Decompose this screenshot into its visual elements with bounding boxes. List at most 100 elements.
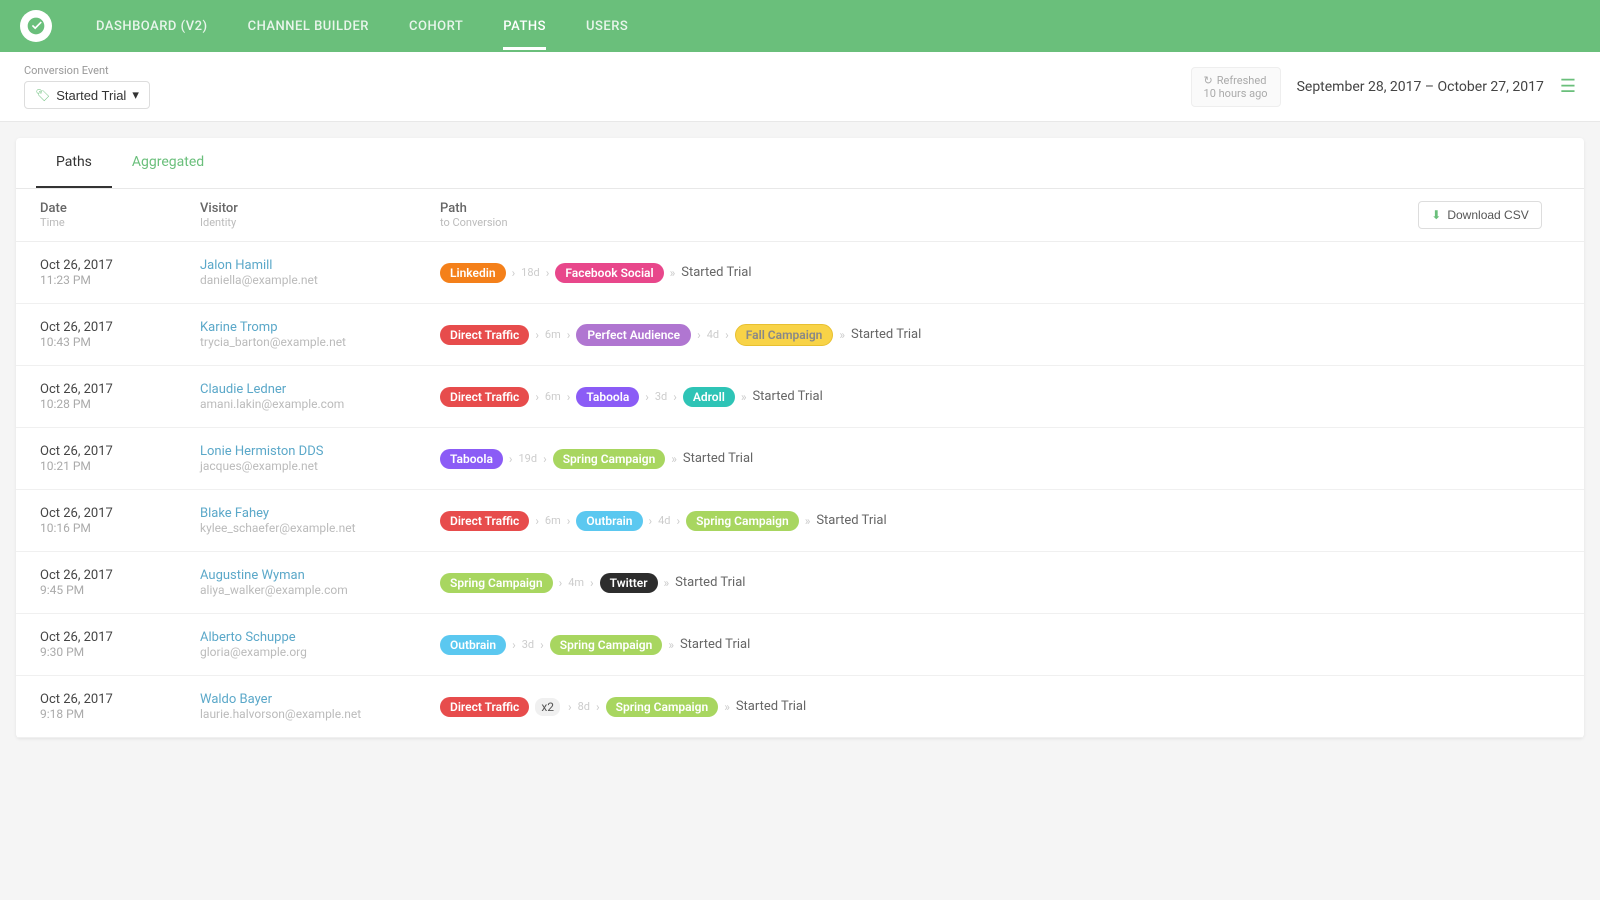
date-cell: Oct 26, 201711:23 PM [40,258,200,287]
date-time: 10:28 PM [40,397,200,411]
menu-icon-button[interactable]: ☰ [1560,76,1576,97]
tab-aggregated[interactable]: Aggregated [112,138,224,188]
channel-tag-taboola[interactable]: Taboola [576,387,639,407]
date-main: Oct 26, 2017 [40,320,200,335]
date-main: Oct 26, 2017 [40,444,200,459]
path-cell: Spring Campaign›4m›Twitter»Started Trial [440,573,1560,593]
date-main: Oct 26, 2017 [40,382,200,397]
path-time: 8d [578,700,590,713]
visitor-email: laurie.halvorson@example.net [200,707,440,721]
conversion-btn-label: Started Trial [56,88,126,103]
channel-tag-fall[interactable]: Fall Campaign [735,324,834,346]
path-separator: › [567,390,571,404]
date-main: Oct 26, 2017 [40,506,200,521]
visitor-name[interactable]: Augustine Wyman [200,568,440,583]
nav-item-paths[interactable]: PATHS [483,3,566,50]
download-csv-button[interactable]: ⬇ Download CSV [1418,201,1541,229]
path-time: 18d [521,266,540,279]
channel-tag-twitter[interactable]: Twitter [600,573,658,593]
visitor-name[interactable]: Waldo Bayer [200,692,440,707]
nav-item-dashboard--v--[interactable]: DASHBOARD (V2) [76,3,228,50]
visitor-name[interactable]: Alberto Schuppe [200,630,440,645]
date-range: September 28, 2017 – October 27, 2017 [1297,79,1544,95]
channel-tag-perfect[interactable]: Perfect Audience [576,324,691,346]
refresh-icon: ↻ [1204,74,1213,87]
visitor-name[interactable]: Claudie Ledner [200,382,440,397]
visitor-cell: Claudie Ledneramani.lakin@example.com [200,382,440,411]
visitor-name[interactable]: Blake Fahey [200,506,440,521]
visitor-name[interactable]: Jalon Hamill [200,258,440,273]
visitor-name[interactable]: Lonie Hermiston DDS [200,444,440,459]
path-separator: › [697,328,701,342]
main-content: PathsAggregated Date Time Visitor Identi… [16,138,1584,738]
path-time: 6m [545,390,561,403]
path-separator: › [590,576,594,590]
channel-tag-direct[interactable]: Direct Traffic [440,697,529,717]
path-separator: › [559,576,563,590]
path-cell: Outbrain›3d›Spring Campaign»Started Tria… [440,635,1560,655]
date-cell: Oct 26, 20179:30 PM [40,630,200,659]
path-separator: » [805,514,811,528]
date-main: Oct 26, 2017 [40,692,200,707]
channel-tag-linkedin[interactable]: Linkedin [440,263,506,283]
nav-items: DASHBOARD (V2)CHANNEL BUILDERCOHORTPATHS… [76,3,648,50]
nav-item-cohort[interactable]: COHORT [389,3,483,50]
visitor-cell: Augustine Wymanaliya_walker@example.com [200,568,440,597]
channel-tag-spring[interactable]: Spring Campaign [686,511,799,531]
path-separator: › [535,514,539,528]
date-main: Oct 26, 2017 [40,630,200,645]
toolbar: Conversion Event 🏷 Started Trial ▾ ↻ Ref… [0,52,1600,122]
tabs: PathsAggregated [16,138,1584,189]
channel-tag-spring[interactable]: Spring Campaign [606,697,719,717]
channel-tag-spring[interactable]: Spring Campaign [553,449,666,469]
visitor-email: daniella@example.net [200,273,440,287]
path-time: 3d [655,390,667,403]
refresh-line: ↻ Refreshed [1204,74,1268,87]
nav-item-channel-builder[interactable]: CHANNEL BUILDER [228,3,389,50]
path-separator: » [671,452,677,466]
path-separator: › [543,452,547,466]
channel-tag-direct[interactable]: Direct Traffic [440,325,529,345]
refresh-time: 10 hours ago [1204,87,1268,100]
visitor-name[interactable]: Karine Tromp [200,320,440,335]
app-logo [20,10,52,42]
channel-tag-direct[interactable]: Direct Traffic [440,387,529,407]
path-cell: Direct Traffic›6m›Perfect Audience›4d›Fa… [440,324,1560,346]
channel-tag-outbrain[interactable]: Outbrain [440,635,506,655]
path-end: Started Trial [680,637,750,652]
col-visitor-sub: Identity [200,216,440,229]
table-row: Oct 26, 201710:21 PMLonie Hermiston DDSj… [16,428,1584,490]
conversion-event-button[interactable]: 🏷 Started Trial ▾ [24,81,150,109]
path-separator: › [568,700,572,714]
table-row: Oct 26, 20179:45 PMAugustine Wymanaliya_… [16,552,1584,614]
channel-tag-adroll[interactable]: Adroll [683,387,735,407]
channel-tag-facebook[interactable]: Facebook Social [555,263,663,283]
table-row: Oct 26, 201710:43 PMKarine Tromptrycia_b… [16,304,1584,366]
date-cell: Oct 26, 201710:16 PM [40,506,200,535]
col-path: Path to Conversion [440,201,1400,229]
channel-tag-outbrain[interactable]: Outbrain [576,511,642,531]
date-main: Oct 26, 2017 [40,568,200,583]
conversion-label: Conversion Event [24,64,150,77]
download-col: ⬇ Download CSV [1400,201,1560,229]
col-path-title: Path [440,201,1400,216]
download-icon: ⬇ [1431,208,1441,222]
channel-tag-direct[interactable]: Direct Traffic [440,511,529,531]
path-separator: › [512,266,516,280]
channel-tag-spring[interactable]: Spring Campaign [440,573,553,593]
path-end: Started Trial [752,389,822,404]
nav-item-users[interactable]: USERS [566,3,648,50]
path-multiplier: x2 [535,698,560,716]
chevron-down-icon: ▾ [132,87,139,103]
date-time: 11:23 PM [40,273,200,287]
date-main: Oct 26, 2017 [40,258,200,273]
visitor-cell: Jalon Hamilldaniella@example.net [200,258,440,287]
tab-paths[interactable]: Paths [36,138,112,188]
channel-tag-spring[interactable]: Spring Campaign [550,635,663,655]
path-separator: › [535,390,539,404]
path-separator: › [567,514,571,528]
date-time: 10:16 PM [40,521,200,535]
visitor-cell: Waldo Bayerlaurie.halvorson@example.net [200,692,440,721]
channel-tag-taboola[interactable]: Taboola [440,449,503,469]
path-separator: » [664,576,670,590]
